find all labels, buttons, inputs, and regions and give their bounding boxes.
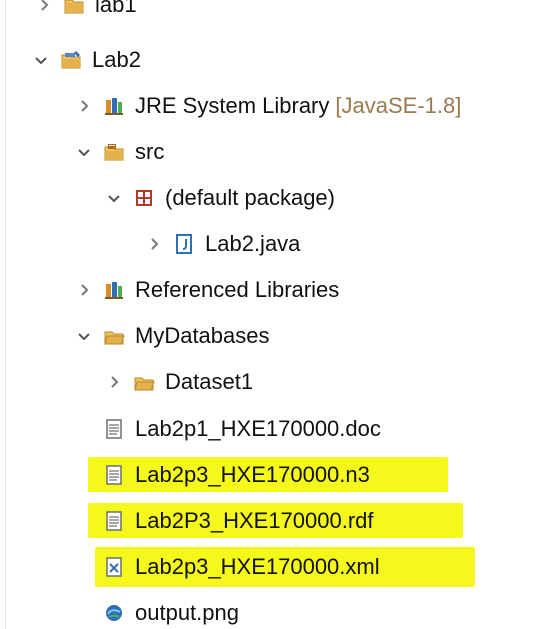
tree-item-label: Lab2P3_HXE170000.rdf (135, 508, 374, 533)
tree-item-label: Dataset1 (165, 369, 254, 394)
xml-file-icon (103, 556, 125, 578)
tree-item-lab2p3-xml[interactable]: Lab2p3_HXE170000.xml (103, 547, 380, 587)
chevron-down-icon[interactable] (32, 51, 50, 69)
tree-item-mydatabases[interactable]: MyDatabases (75, 316, 270, 356)
tree-item-label: Lab2p3_HXE170000.n3 (135, 462, 370, 487)
source-folder-icon (103, 141, 125, 163)
image-file-icon (103, 602, 125, 624)
tree-item-label: Lab2 (92, 47, 141, 72)
tree-item-label: Lab2p1_HXE170000.doc (135, 416, 381, 441)
text-file-icon (103, 510, 125, 532)
tree-item-lab2-java[interactable]: Lab2.java (145, 224, 300, 264)
java-project-icon (60, 49, 82, 71)
chevron-down-icon[interactable] (75, 327, 93, 345)
jre-version-decoration: [JavaSE-1.8] (335, 93, 462, 118)
tree-item-label: MyDatabases (135, 323, 270, 348)
project-folder-icon (63, 0, 85, 16)
text-file-icon (103, 418, 125, 440)
chevron-right-icon[interactable] (75, 97, 93, 115)
java-file-icon (173, 233, 195, 255)
library-icon (103, 95, 125, 117)
chevron-right-icon[interactable] (105, 373, 123, 391)
open-folder-icon (103, 325, 125, 347)
chevron-down-icon[interactable] (75, 143, 93, 161)
chevron-right-icon[interactable] (75, 281, 93, 299)
tree-item-label: lab1 (95, 0, 137, 17)
package-explorer-tree: lab1 Lab2 JRE System Library [JavaSE-1.8… (0, 0, 555, 629)
tree-item-lab2p3-rdf[interactable]: Lab2P3_HXE170000.rdf (103, 501, 374, 541)
tree-item-lab2[interactable]: Lab2 (32, 40, 141, 80)
tree-item-label: src (135, 139, 165, 164)
tree-item-lab1[interactable]: lab1 (35, 0, 137, 25)
text-file-icon (103, 464, 125, 486)
tree-item-lab2p1-doc[interactable]: Lab2p1_HXE170000.doc (103, 409, 381, 449)
tree-item-output-png[interactable]: output.png (103, 593, 239, 629)
chevron-right-icon[interactable] (145, 235, 163, 253)
tree-item-label: (default package) (165, 185, 335, 210)
open-folder-icon (133, 371, 155, 393)
tree-item-label: Lab2p3_HXE170000.xml (135, 554, 380, 579)
package-icon (133, 187, 155, 209)
tree-item-lab2p3-n3[interactable]: Lab2p3_HXE170000.n3 (103, 455, 370, 495)
tree-item-referenced-libraries[interactable]: Referenced Libraries (75, 270, 339, 310)
chevron-right-icon[interactable] (35, 0, 53, 14)
tree-left-edge (0, 0, 6, 629)
chevron-down-icon[interactable] (105, 189, 123, 207)
tree-item-label: JRE System Library (135, 93, 330, 118)
tree-item-label: Referenced Libraries (135, 277, 340, 302)
tree-item-jre-system-library[interactable]: JRE System Library [JavaSE-1.8] (75, 86, 461, 126)
tree-item-label: Lab2.java (205, 231, 301, 256)
tree-item-src[interactable]: src (75, 132, 164, 172)
tree-item-dataset1[interactable]: Dataset1 (105, 362, 253, 402)
tree-item-label: output.png (135, 600, 239, 625)
tree-item-default-package[interactable]: (default package) (105, 178, 335, 218)
library-icon (103, 279, 125, 301)
